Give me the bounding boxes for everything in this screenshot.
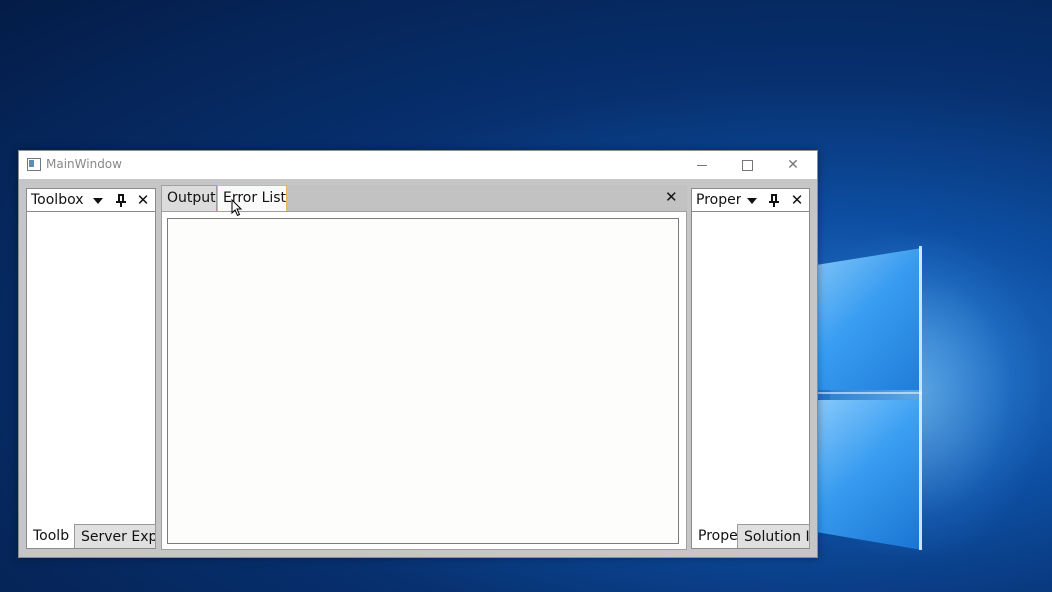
properties-pane-header[interactable]: Proper ✕ — [692, 189, 809, 212]
properties-content — [692, 212, 809, 524]
tab-error-list[interactable]: Error List — [217, 185, 287, 211]
minimize-button[interactable] — [679, 151, 725, 179]
main-window: MainWindow ✕ Toolbox ✕ Toolb Server Expl — [18, 150, 818, 558]
close-icon[interactable]: ✕ — [134, 191, 152, 209]
window-title: MainWindow — [46, 157, 122, 171]
windows-logo-divider — [816, 392, 922, 394]
mouse-cursor-icon — [231, 199, 243, 217]
tab-output[interactable]: Output — [161, 185, 217, 211]
maximize-icon — [742, 160, 753, 171]
windows-logo-pane-bottom — [816, 400, 922, 550]
close-button[interactable]: ✕ — [770, 151, 816, 179]
tab-toolbox[interactable]: Toolb — [27, 524, 74, 548]
pane-title: Proper — [696, 192, 742, 208]
title-bar[interactable]: MainWindow ✕ — [19, 151, 817, 179]
windows-logo-edge — [919, 246, 922, 550]
tab-properties[interactable]: Prope — [692, 524, 737, 548]
close-icon: ✕ — [787, 157, 799, 173]
dock-manager: Toolbox ✕ Toolb Server Expl Output Error… — [19, 179, 817, 557]
close-icon[interactable]: ✕ — [788, 191, 806, 209]
document-pane: Output Error List ✕ — [161, 185, 687, 550]
minimize-icon — [697, 165, 707, 166]
dropdown-icon[interactable] — [89, 191, 107, 209]
pane-title: Toolbox — [31, 192, 84, 208]
windows-logo-pane-top — [816, 248, 922, 390]
tab-solution-explorer[interactable]: Solution I — [737, 524, 810, 548]
error-list-content[interactable] — [167, 218, 679, 544]
pin-icon[interactable] — [112, 191, 130, 209]
toolbox-pane: Toolbox ✕ Toolb Server Expl — [26, 188, 156, 549]
toolbox-pane-header[interactable]: Toolbox ✕ — [27, 189, 155, 212]
close-icon[interactable]: ✕ — [665, 188, 678, 206]
tab-server-explorer[interactable]: Server Expl — [74, 524, 156, 548]
dropdown-icon[interactable] — [743, 191, 761, 209]
document-body — [161, 211, 687, 550]
maximize-button[interactable] — [724, 151, 770, 179]
pin-icon[interactable] — [765, 191, 783, 209]
properties-pane: Proper ✕ Prope Solution I — [691, 188, 810, 549]
toolbox-content — [27, 212, 155, 524]
app-icon — [27, 158, 41, 171]
